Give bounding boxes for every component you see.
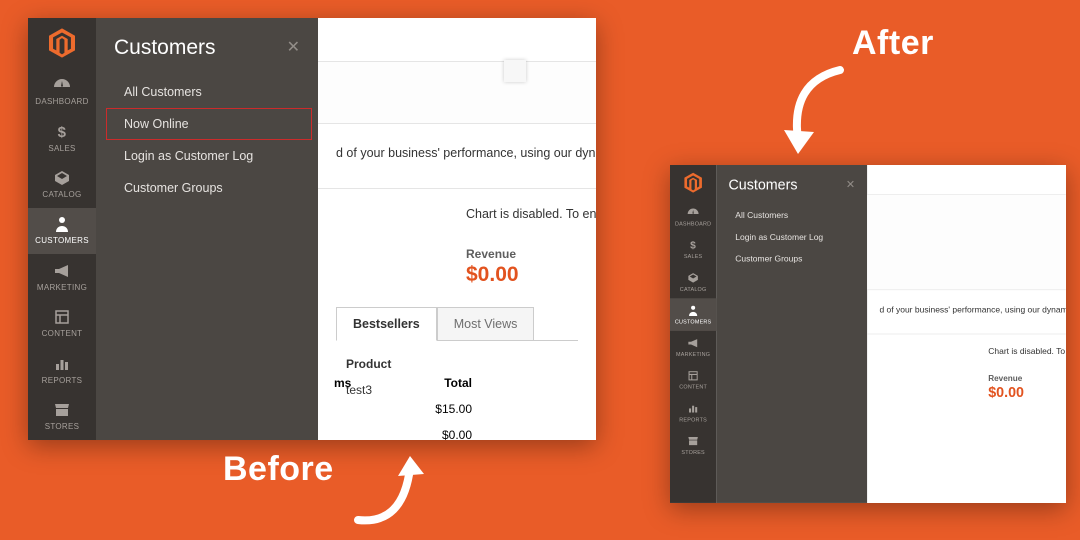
- nav-label: SALES: [48, 144, 75, 153]
- revenue-value: $0.00: [336, 263, 578, 287]
- metrics-area: Chart is disabled. To e Revenue $0.00: [867, 334, 1066, 406]
- arrow-up-icon: [348, 450, 438, 530]
- magento-logo: [28, 18, 96, 68]
- dashboard-content: d of your business' performance, using o…: [867, 165, 1066, 503]
- total-cell: $15.00: [435, 402, 472, 416]
- chart-icon: [53, 356, 71, 372]
- nav-label: MARKETING: [676, 351, 710, 357]
- megaphone-icon: [687, 337, 699, 348]
- header-band: [867, 195, 1066, 290]
- before-panel: DASHBOARD $ SALES CATALOG CUSTOMERS MARK…: [28, 18, 596, 440]
- sidebar-item-customers[interactable]: CUSTOMERS: [28, 208, 96, 254]
- sidebar-item-marketing[interactable]: MARKETING: [28, 254, 96, 300]
- nav-label: CUSTOMERS: [35, 236, 89, 245]
- cube-icon: [687, 272, 699, 283]
- totals-table: ms Total $15.00 $0.00: [318, 370, 498, 440]
- sidebar-item-reports[interactable]: REPORTS: [28, 347, 96, 393]
- sidebar-item-sales[interactable]: $ SALES: [28, 115, 96, 161]
- sidebar-item-reports[interactable]: REPORTS: [670, 396, 716, 429]
- nav-label: CUSTOMERS: [675, 318, 711, 324]
- sidebar-item-stores[interactable]: STORES: [670, 429, 716, 462]
- top-bar: [867, 165, 1066, 195]
- flyout-item-all-customers[interactable]: All Customers: [723, 204, 863, 226]
- placeholder-square: [504, 60, 526, 82]
- nav-label: CATALOG: [42, 190, 81, 199]
- flyout-item-login-log[interactable]: Login as Customer Log: [723, 226, 863, 248]
- chart-disabled-note: Chart is disabled. To e: [879, 347, 1053, 357]
- nav-label: CATALOG: [680, 286, 707, 292]
- flyout-item-all-customers[interactable]: All Customers: [106, 76, 312, 108]
- nav-label: CONTENT: [679, 384, 707, 390]
- nav-label: SALES: [684, 253, 703, 259]
- tab-bestsellers[interactable]: Bestsellers: [336, 307, 437, 341]
- person-icon: [53, 216, 71, 232]
- total-cell: $0.00: [442, 428, 472, 440]
- header-band: [318, 62, 596, 124]
- flyout-title: Customers: [728, 177, 797, 193]
- chart-disabled-note: Chart is disabled. To enable: [336, 207, 578, 221]
- after-panel: DASHBOARD $ SALES CATALOG CUSTOMERS MARKE…: [670, 165, 1066, 503]
- store-icon: [687, 435, 699, 446]
- admin-sidebar: DASHBOARD $ SALES CATALOG CUSTOMERS MARK…: [28, 18, 96, 440]
- flyout-item-customer-groups[interactable]: Customer Groups: [723, 248, 863, 270]
- revenue-value: $0.00: [879, 385, 1053, 401]
- customers-flyout: Customers ✕ All Customers Login as Custo…: [716, 165, 867, 503]
- column-header-items: ms: [334, 376, 351, 390]
- close-icon[interactable]: ✕: [287, 40, 300, 56]
- nav-label: REPORTS: [42, 376, 83, 385]
- column-header-total: Total: [444, 376, 472, 390]
- cube-icon: [53, 170, 71, 186]
- sidebar-item-dashboard[interactable]: DASHBOARD: [28, 68, 96, 114]
- blocks-icon: [53, 309, 71, 325]
- person-icon: [687, 305, 699, 316]
- flyout-title: Customers: [114, 36, 216, 60]
- after-label: After: [852, 24, 934, 63]
- nav-label: MARKETING: [37, 283, 87, 292]
- nav-label: STORES: [45, 422, 80, 431]
- dashboard-icon: [53, 77, 71, 93]
- dashboard-description: d of your business' performance, using o…: [318, 124, 596, 189]
- sidebar-item-content[interactable]: CONTENT: [670, 364, 716, 397]
- dollar-icon: $: [687, 239, 699, 250]
- sidebar-item-sales[interactable]: $ SALES: [670, 233, 716, 266]
- sidebar-item-customers[interactable]: CUSTOMERS: [670, 298, 716, 331]
- admin-sidebar: DASHBOARD $ SALES CATALOG CUSTOMERS MARKE…: [670, 165, 716, 503]
- sidebar-item-content[interactable]: CONTENT: [28, 301, 96, 347]
- flyout-item-now-online[interactable]: Now Online: [106, 108, 312, 140]
- nav-label: STORES: [681, 449, 705, 455]
- megaphone-icon: [53, 263, 71, 279]
- tab-most-viewed[interactable]: Most Views: [437, 307, 535, 341]
- sidebar-item-stores[interactable]: STORES: [28, 394, 96, 440]
- flyout-header: Customers ✕: [716, 172, 867, 205]
- svg-text:$: $: [690, 240, 696, 250]
- flyout-item-login-log[interactable]: Login as Customer Log: [106, 140, 312, 172]
- dashboard-description: d of your business' performance, using o…: [867, 290, 1066, 334]
- nav-label: DASHBOARD: [675, 220, 711, 226]
- store-icon: [53, 402, 71, 418]
- sidebar-item-marketing[interactable]: MARKETING: [670, 331, 716, 364]
- close-icon[interactable]: ✕: [846, 180, 855, 191]
- revenue-label: Revenue: [879, 374, 1053, 384]
- blocks-icon: [687, 370, 699, 381]
- magento-logo: [670, 165, 716, 200]
- sidebar-item-dashboard[interactable]: DASHBOARD: [670, 200, 716, 233]
- sidebar-item-catalog[interactable]: CATALOG: [28, 161, 96, 207]
- arrow-down-icon: [778, 62, 858, 162]
- flyout-header: Customers ✕: [96, 28, 318, 76]
- sidebar-item-catalog[interactable]: CATALOG: [670, 266, 716, 299]
- dashboard-icon: [687, 207, 699, 218]
- nav-label: CONTENT: [42, 329, 83, 338]
- nav-label: REPORTS: [679, 416, 707, 422]
- chart-icon: [687, 403, 699, 414]
- nav-label: DASHBOARD: [35, 97, 88, 106]
- customers-flyout: Customers ✕ All Customers Now Online Log…: [96, 18, 318, 440]
- metrics-area: Chart is disabled. To enable Revenue $0.…: [318, 189, 596, 295]
- dollar-icon: $: [53, 124, 71, 140]
- revenue-label: Revenue: [336, 247, 578, 261]
- top-bar: [318, 18, 596, 62]
- before-label: Before: [223, 450, 334, 489]
- flyout-item-customer-groups[interactable]: Customer Groups: [106, 172, 312, 204]
- svg-text:$: $: [58, 124, 67, 140]
